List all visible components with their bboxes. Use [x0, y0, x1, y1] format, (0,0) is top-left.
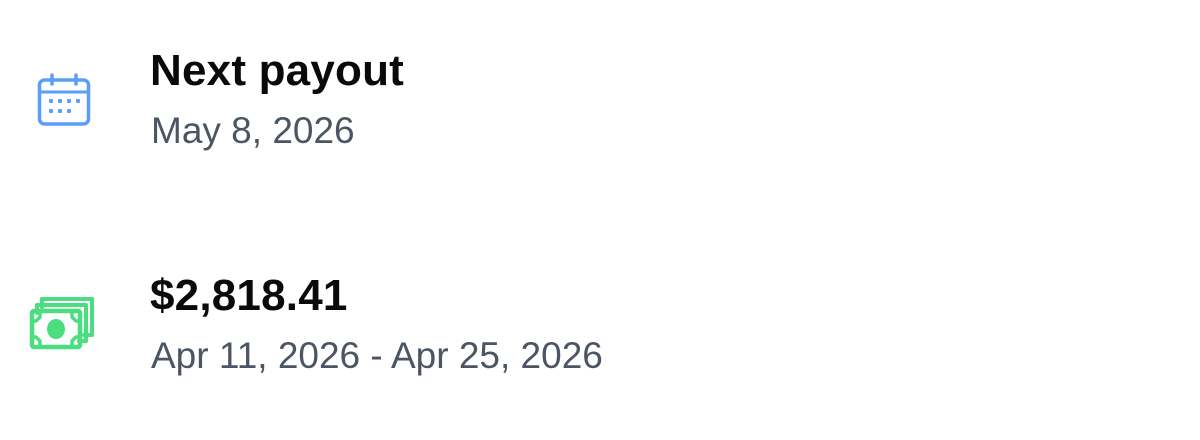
payout-amount: $2,818.41: [150, 271, 348, 320]
payout-amount-row: $2,818.41 Apr 11, 2026 - Apr 25, 2026: [0, 265, 1200, 385]
calendar-icon: [37, 73, 91, 126]
next-payout-title: Next payout: [150, 46, 405, 95]
payout-period: Apr 11, 2026 - Apr 25, 2026: [151, 335, 603, 376]
next-payout-date: May 8, 2026: [151, 110, 355, 151]
cash-icon: [29, 297, 94, 350]
next-payout-row: Next payout May 8, 2026: [0, 40, 1200, 160]
